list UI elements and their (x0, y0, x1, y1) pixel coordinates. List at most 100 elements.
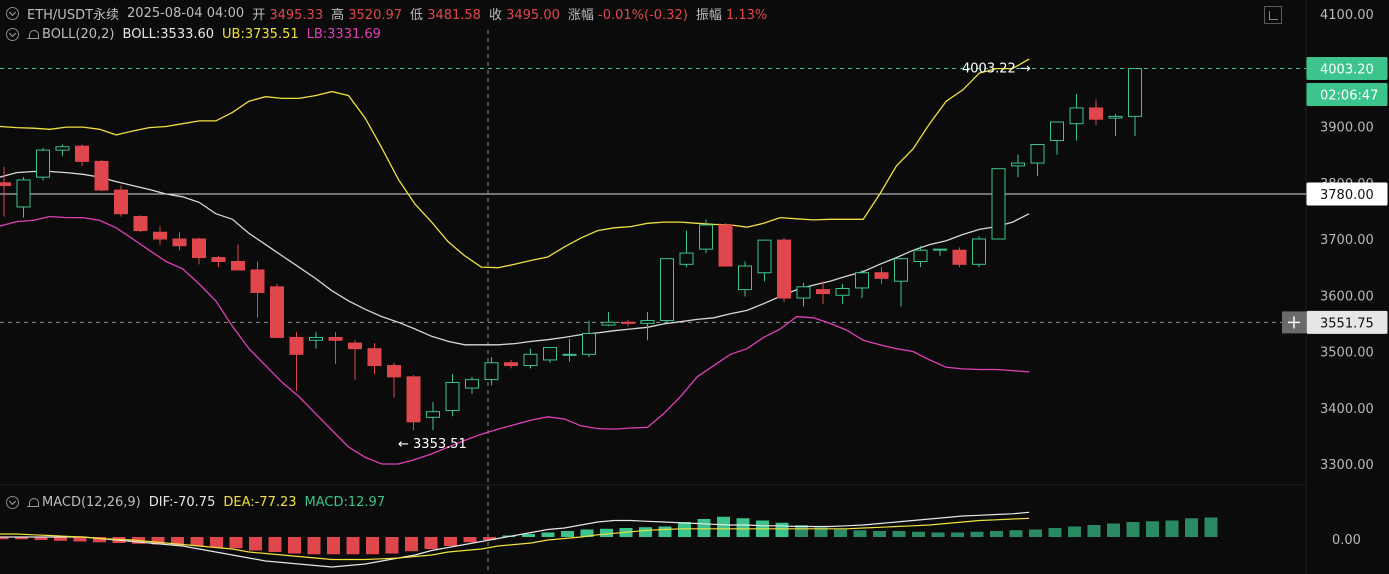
macd-histogram-bar (717, 516, 730, 537)
candle-body[interactable] (75, 145, 89, 162)
candle-body[interactable] (621, 321, 635, 324)
macd-collapse-chevron-icon[interactable] (6, 496, 19, 509)
candle-body[interactable] (153, 231, 167, 240)
macd-alert-bell-icon[interactable] (27, 497, 39, 509)
candle-body[interactable] (309, 336, 323, 341)
candle-body[interactable] (952, 249, 967, 265)
macd-histogram-bar (405, 537, 418, 552)
candle-body[interactable] (426, 411, 440, 418)
candle-body[interactable] (640, 320, 655, 324)
macd-histogram-bar (736, 518, 750, 537)
candle-body[interactable] (816, 289, 830, 295)
macd-histogram-bar (834, 529, 847, 537)
candle-body[interactable] (718, 224, 733, 267)
candle-body[interactable] (972, 238, 986, 265)
macd-histogram-bar (1146, 521, 1159, 537)
high-label: 高 (331, 8, 345, 23)
macd-histogram-bar (639, 527, 652, 537)
candle-body[interactable] (991, 168, 1006, 240)
amplitude-value: 1.13% (725, 8, 768, 23)
candle-body[interactable] (1030, 144, 1045, 164)
candle-body[interactable] (231, 261, 245, 271)
candle-body[interactable] (1128, 68, 1142, 117)
candle-body[interactable] (894, 258, 908, 282)
candle-body[interactable] (582, 333, 596, 355)
candle-body[interactable] (94, 160, 109, 191)
candle-body[interactable] (1108, 115, 1123, 119)
fullscreen-icon[interactable] (1264, 6, 1282, 24)
candle-body[interactable] (543, 347, 557, 361)
candle-body[interactable] (192, 238, 206, 259)
macd-histogram-bar (327, 537, 340, 555)
candle-body[interactable] (36, 149, 50, 178)
price-axis-tick: 3400.00 (1320, 402, 1374, 417)
macd-histogram-bar (1165, 520, 1179, 537)
price-axis-tick: 3300.00 (1320, 458, 1374, 473)
candle-body[interactable] (757, 239, 772, 274)
line-price-tag: 3780.00 (1320, 188, 1374, 203)
candle-body[interactable] (1050, 121, 1064, 142)
candle-body[interactable] (660, 258, 674, 322)
candle-body[interactable] (1011, 162, 1025, 167)
candle-body[interactable] (445, 381, 460, 412)
boll-alert-bell-icon[interactable] (27, 29, 39, 41)
macd-histogram-bar (1048, 528, 1062, 537)
price-axis-tick: 3700.00 (1320, 233, 1374, 248)
candle-body[interactable] (250, 269, 265, 293)
candle-body[interactable] (874, 272, 889, 279)
candle-body[interactable] (367, 348, 382, 367)
candle-body[interactable] (601, 321, 616, 326)
candle-body[interactable] (211, 257, 226, 262)
candle-body[interactable] (16, 179, 31, 208)
candle-body[interactable] (406, 376, 421, 423)
candle-body[interactable] (738, 265, 752, 291)
macd-histogram-bar (288, 537, 301, 554)
boll-legend: BOLL(20,2) BOLL:3533.60 UB:3735.51 LB:33… (6, 27, 381, 42)
candle-body[interactable] (114, 189, 128, 215)
kline-chart[interactable]: 4100.004000.003900.003800.003700.003600.… (0, 0, 1389, 574)
candle-body[interactable] (172, 238, 187, 247)
candle-body[interactable] (328, 336, 343, 341)
collapse-chevron-icon[interactable] (6, 7, 19, 20)
candle-body[interactable] (270, 286, 284, 338)
candle-body[interactable] (1069, 107, 1084, 125)
candle-body[interactable] (523, 353, 538, 367)
candle-body[interactable] (913, 249, 928, 262)
low-price-annotation: ← 3353.51 (398, 437, 467, 452)
candle-body[interactable] (504, 362, 518, 367)
macd-histogram-bar (1068, 526, 1081, 537)
candle-body[interactable] (562, 353, 577, 356)
candle-body[interactable] (933, 248, 947, 251)
boll-mid-value: BOLL:3533.60 (122, 27, 215, 42)
low-label: 低 (410, 8, 424, 23)
candle-body[interactable] (835, 288, 850, 296)
candle-body[interactable] (465, 379, 479, 389)
macd-histogram-bar (268, 537, 282, 552)
candle-body[interactable] (699, 224, 713, 250)
macd-histogram-bar (424, 537, 438, 549)
candle-body[interactable] (55, 146, 70, 151)
boll-collapse-chevron-icon[interactable] (6, 28, 19, 41)
candle-body[interactable] (1089, 107, 1103, 120)
macd-axis-tick: 0.00 (1332, 533, 1361, 548)
boll-lower-band (0, 215, 1030, 465)
candle-body[interactable] (289, 336, 304, 355)
macd-histogram-bar (463, 537, 477, 543)
candle-body[interactable] (387, 365, 401, 378)
candle-body[interactable] (679, 252, 694, 265)
candle-datetime: 2025-08-04 04:00 (127, 6, 245, 21)
candle-body[interactable] (796, 286, 811, 299)
candle-body[interactable] (133, 216, 148, 232)
candle-body[interactable] (348, 342, 362, 350)
boll-ub-value: UB:3735.51 (222, 27, 299, 42)
candle-body[interactable] (777, 239, 791, 299)
open-value: 3495.33 (269, 8, 324, 23)
macd-histogram-bar (229, 537, 243, 549)
candle-body[interactable] (484, 362, 499, 381)
macd-histogram-bar (697, 519, 711, 537)
macd-histogram-bar (541, 532, 555, 537)
candle-body[interactable] (855, 272, 869, 289)
candle-body[interactable] (0, 182, 11, 187)
last-price-tag: 4003.20 (1320, 62, 1374, 77)
open-label: 开 (252, 8, 266, 23)
